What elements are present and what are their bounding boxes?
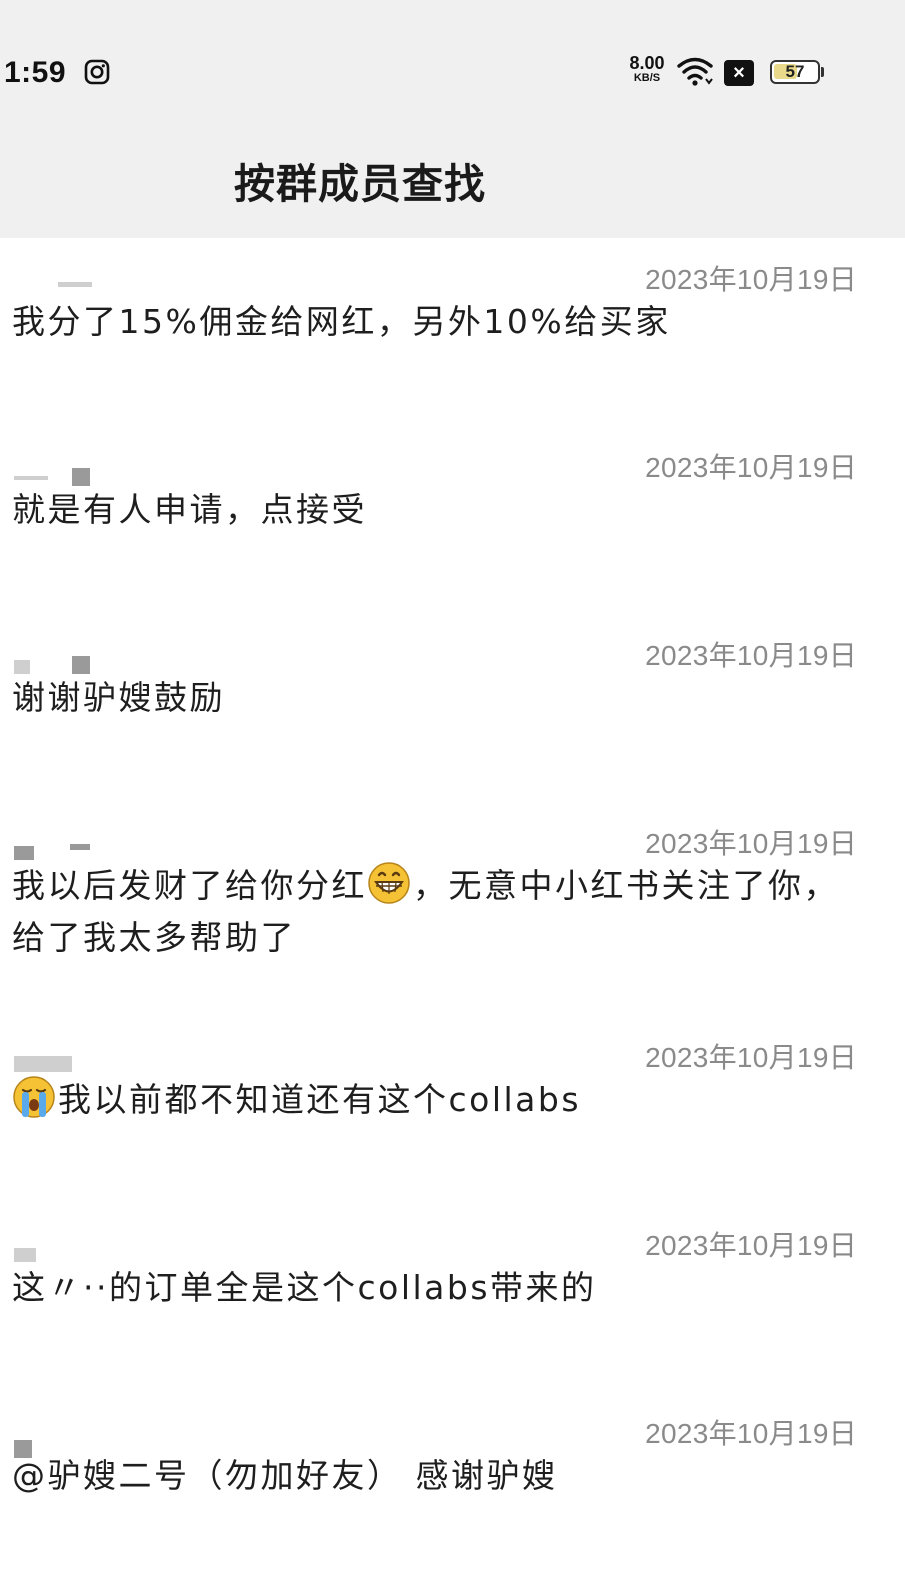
network-speed-unit: KB/S bbox=[633, 72, 661, 84]
network-speed-value: 8.00 bbox=[629, 53, 665, 73]
message-text: 我以前都不知道还有这个collabs bbox=[12, 1074, 872, 1126]
battery-icon: 57 bbox=[770, 60, 820, 84]
top-bar: 1:59 8.00 KB/S × 57 按群成员查找 bbox=[0, 0, 905, 238]
crying-face-emoji-icon bbox=[12, 1075, 56, 1119]
message-date: 2023年10月19日 bbox=[645, 264, 857, 295]
message-text: 我以后发财了给你分红 ，无意中小红书关注了你，给了我太多帮助了 bbox=[12, 860, 872, 964]
battery-tip bbox=[821, 67, 824, 77]
page-title: 按群成员查找 bbox=[234, 160, 486, 208]
message-date: 2023年10月19日 bbox=[645, 1418, 857, 1449]
message-date: 2023年10月19日 bbox=[645, 640, 857, 671]
message-date: 2023年10月19日 bbox=[645, 452, 857, 483]
battery-level: 57 bbox=[785, 62, 805, 81]
message-text: 就是有人申请，点接受 bbox=[12, 490, 367, 529]
sender-name-redacted bbox=[14, 842, 94, 860]
wifi-icon bbox=[676, 54, 714, 92]
message-text: 我分了15%佣金给网红，另外10%给买家 bbox=[12, 302, 671, 341]
grinning-face-emoji-icon bbox=[367, 861, 411, 905]
instagram-icon bbox=[84, 59, 110, 89]
message-date: 2023年10月19日 bbox=[645, 828, 857, 859]
status-time: 1:59 bbox=[4, 56, 67, 89]
sender-name-redacted bbox=[14, 1056, 94, 1074]
network-speed: 8.00 KB/S bbox=[622, 54, 672, 84]
close-badge-icon: × bbox=[724, 60, 754, 86]
status-bar: 1:59 8.00 KB/S × 57 bbox=[0, 48, 905, 96]
message-date: 2023年10月19日 bbox=[645, 1230, 857, 1261]
message-text-part: 我以后发财了给你分红 bbox=[12, 866, 367, 905]
message-text: @驴嫂二号（勿加好友） 感谢驴嫂 bbox=[12, 1456, 558, 1495]
message-text-part: 我以前都不知道还有这个collabs bbox=[58, 1080, 582, 1119]
message-date: 2023年10月19日 bbox=[645, 1042, 857, 1073]
sender-name-redacted bbox=[14, 278, 94, 296]
message-text: 这〃··的订单全是这个collabs带来的 bbox=[12, 1268, 597, 1307]
message-text: 谢谢驴嫂鼓励 bbox=[12, 678, 225, 717]
